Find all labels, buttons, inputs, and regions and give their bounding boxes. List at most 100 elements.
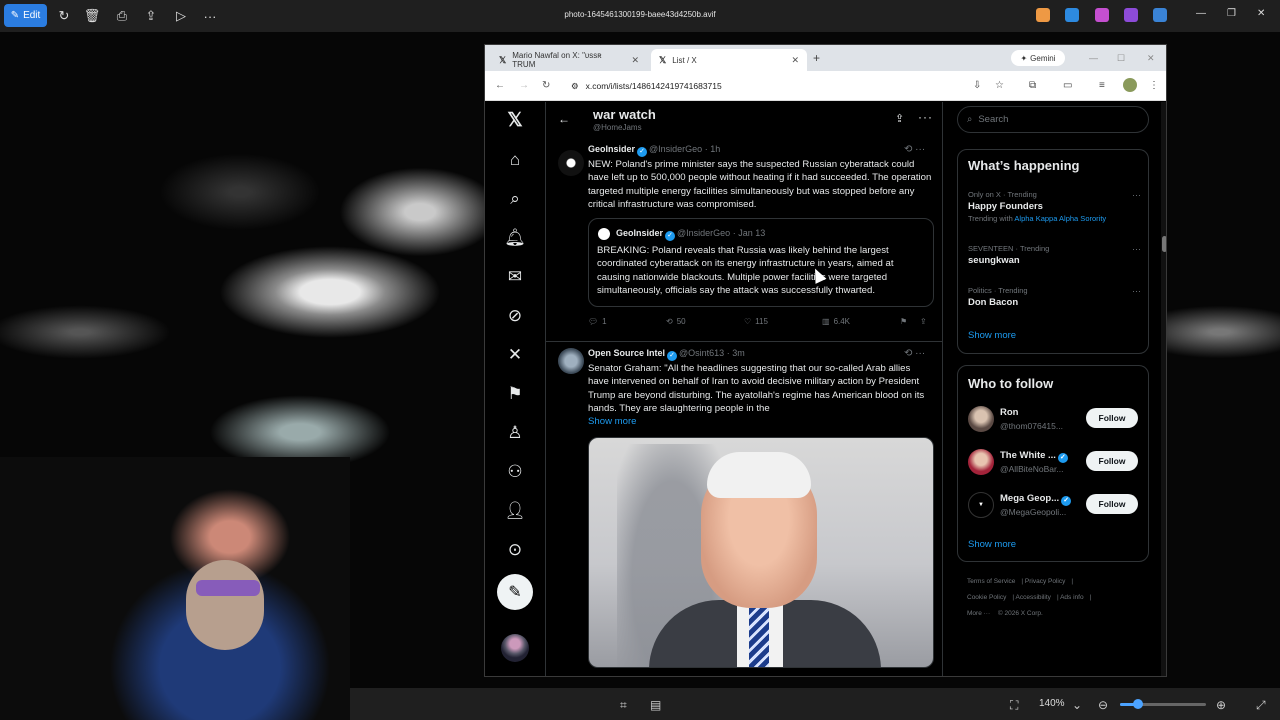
tweet-avatar[interactable] <box>558 348 584 374</box>
menu-icon[interactable]: ⋮ <box>1149 80 1159 91</box>
trend-more-icon[interactable]: ··· <box>1132 244 1141 254</box>
tweet-image[interactable] <box>588 437 934 668</box>
chevron-down-icon[interactable]: ⌄ <box>1072 698 1082 712</box>
post-button[interactable]: ✎ <box>497 574 533 610</box>
trend-item[interactable]: SEVENTEEN · Trending seungkwan ··· <box>968 244 1143 266</box>
site-info-icon[interactable]: ⚙ <box>571 81 579 92</box>
share-icon[interactable]: ⇪ <box>895 112 904 125</box>
app-icon[interactable] <box>1065 8 1079 22</box>
list-owner[interactable]: @HomeJams <box>593 123 642 132</box>
app-icon[interactable] <box>1124 8 1138 22</box>
left-navigation: 𝕏 ⌂ ⌕ 🔔︎ ✉ ⊘ ✕ ⚑ ♙ ⚇ 👤︎ ⊙ ✎ <box>485 102 545 676</box>
reply-button[interactable]: 💬︎ 1 <box>588 317 607 326</box>
install-icon[interactable]: ⇩ <box>973 80 981 91</box>
maximize-icon[interactable]: ❐ <box>1227 8 1236 19</box>
fullscreen-icon[interactable]: ⤢ <box>1256 698 1266 713</box>
fit-icon[interactable]: ⛶ <box>1010 698 1018 713</box>
forward-icon[interactable]: → <box>519 80 529 91</box>
grok-icon[interactable]: ⊘ <box>503 304 527 328</box>
tweet[interactable]: GeoInsider ✓ @InsiderGeo · 1h ⟲ ··· NEW: P… <box>546 138 942 342</box>
search-icon: ⌕ <box>967 114 973 125</box>
scrollbar[interactable] <box>1161 102 1166 676</box>
quote-text: BREAKING: Poland reveals that Russia was… <box>597 245 894 297</box>
notifications-icon[interactable]: 🔔︎ <box>503 226 527 250</box>
jobs-icon[interactable]: ♙ <box>503 421 527 445</box>
quoted-tweet[interactable]: GeoInsider ✓ @InsiderGeo · Jan 13 BREAKING… <box>588 218 934 307</box>
tab-list-x[interactable]: 𝕏 List / X ✕ <box>651 49 807 71</box>
close-tab-icon[interactable]: ✕ <box>791 55 799 66</box>
zoom-level[interactable]: 140% <box>1039 698 1065 709</box>
address-bar[interactable]: ⚙ x.com/i/lists/1486142419741683715 <box>563 76 967 96</box>
close-icon[interactable]: ✕ <box>1257 8 1265 19</box>
home-icon[interactable]: ⌂ <box>503 148 527 172</box>
profile-icon[interactable]: 👤︎ <box>503 499 527 523</box>
tweet-avatar[interactable] <box>558 150 584 176</box>
follow-suggestion[interactable]: The White ... ✓ @AllBiteNoBar... Follow <box>968 447 1143 479</box>
trend-item[interactable]: Politics · Trending Don Bacon ··· <box>968 286 1143 308</box>
new-tab-icon[interactable]: + <box>813 51 820 65</box>
messages-icon[interactable]: ✉ <box>503 265 527 289</box>
tweet[interactable]: Open Source Intel ✓ @Osint613 · 3m ⟲ ··· S… <box>546 342 942 676</box>
tweet-more-icon[interactable]: ⟲ ··· <box>904 348 925 359</box>
minimize-icon[interactable]: — <box>1196 8 1206 19</box>
cloud-icon[interactable] <box>1153 8 1167 22</box>
share-icon[interactable]: ⇪ <box>920 317 927 326</box>
show-more-link[interactable]: Show more <box>968 539 1016 550</box>
panel-title: What’s happening <box>968 158 1080 173</box>
app-icon[interactable] <box>1036 8 1050 22</box>
show-more-link[interactable]: Show more <box>968 330 1016 341</box>
zoom-out-icon[interactable]: ⊖ <box>1098 698 1108 712</box>
close-icon[interactable]: ✕ <box>1147 53 1155 64</box>
split-view-icon[interactable]: ▭ <box>1063 80 1072 91</box>
tab-mario-nawfal[interactable]: 𝕏 Mario Nawfal on X: "ᴜssʀ TRUM ✕ <box>491 49 647 71</box>
viewer-toolbar: ✎ Edit ↻ 🗑 ⎙ ⇪ ▷ ··· photo-1645461300199-… <box>0 0 1280 32</box>
avatar[interactable]: ▼ <box>968 492 994 518</box>
avatar[interactable] <box>968 449 994 475</box>
gemini-icon: ✦ <box>1020 53 1028 63</box>
like-button[interactable]: ♡ 115 <box>744 317 768 326</box>
repost-button[interactable]: ⟲ 50 <box>666 317 686 326</box>
maximize-icon[interactable]: ☐ <box>1117 53 1125 64</box>
communities-icon[interactable]: ⚇ <box>503 460 527 484</box>
follow-suggestion[interactable]: Ron @thom076415... Follow <box>968 404 1143 436</box>
search-input[interactable]: ⌕ Search <box>957 106 1149 133</box>
media-icon[interactable]: ≡ <box>1099 80 1105 91</box>
app-icon[interactable] <box>1095 8 1109 22</box>
premium-x-icon[interactable]: ✕ <box>503 343 527 367</box>
minimize-icon[interactable]: — <box>1089 53 1098 63</box>
follow-suggestion[interactable]: ▼ Mega Geop... ✓ @MegaGeopoli... Follow <box>968 490 1143 522</box>
trend-item[interactable]: Only on X · Trending Happy Founders Tren… <box>968 190 1143 223</box>
extensions-icon[interactable]: ⧉ <box>1029 80 1036 91</box>
panel-title: Who to follow <box>968 376 1054 391</box>
right-sidebar: ⌕ Search What’s happening Only on X · Tre… <box>943 102 1166 676</box>
follow-button[interactable]: Follow <box>1086 408 1138 428</box>
scrollbar-thumb[interactable] <box>1162 236 1166 252</box>
trend-more-icon[interactable]: ··· <box>1132 286 1141 296</box>
follow-button[interactable]: Follow <box>1086 451 1138 471</box>
search-icon[interactable]: ⌕ <box>503 187 527 211</box>
views-button[interactable]: ▥ 6.4K <box>822 317 850 326</box>
bookmark-icon[interactable]: ⚑ <box>900 317 907 326</box>
crop-icon[interactable]: ⌗ <box>620 698 627 713</box>
close-tab-icon[interactable]: ✕ <box>631 55 639 66</box>
gemini-button[interactable]: ✦ Gemini <box>1011 50 1065 66</box>
info-icon[interactable]: ▤ <box>650 698 661 712</box>
image-tie <box>749 608 769 667</box>
zoom-slider-thumb[interactable] <box>1133 699 1143 709</box>
profile-avatar[interactable] <box>1123 78 1137 92</box>
avatar[interactable] <box>968 406 994 432</box>
back-arrow-icon[interactable]: ← <box>558 112 570 126</box>
tweet-more-icon[interactable]: ⟲ ··· <box>904 144 925 155</box>
bookmarks-icon[interactable]: ⚑ <box>503 382 527 406</box>
reload-icon[interactable]: ↻ <box>542 80 550 91</box>
zoom-in-icon[interactable]: ⊕ <box>1216 698 1226 712</box>
account-avatar[interactable] <box>501 634 529 662</box>
more-options-icon[interactable]: ··· <box>918 110 933 124</box>
bookmark-star-icon[interactable]: ☆ <box>995 80 1004 91</box>
show-more-link[interactable]: Show more <box>588 416 637 427</box>
back-icon[interactable]: ← <box>495 80 505 91</box>
x-logo-icon[interactable]: 𝕏 <box>503 108 527 132</box>
trend-more-icon[interactable]: ··· <box>1132 190 1141 200</box>
follow-button[interactable]: Follow <box>1086 494 1138 514</box>
more-icon[interactable]: ⊙ <box>503 538 527 562</box>
